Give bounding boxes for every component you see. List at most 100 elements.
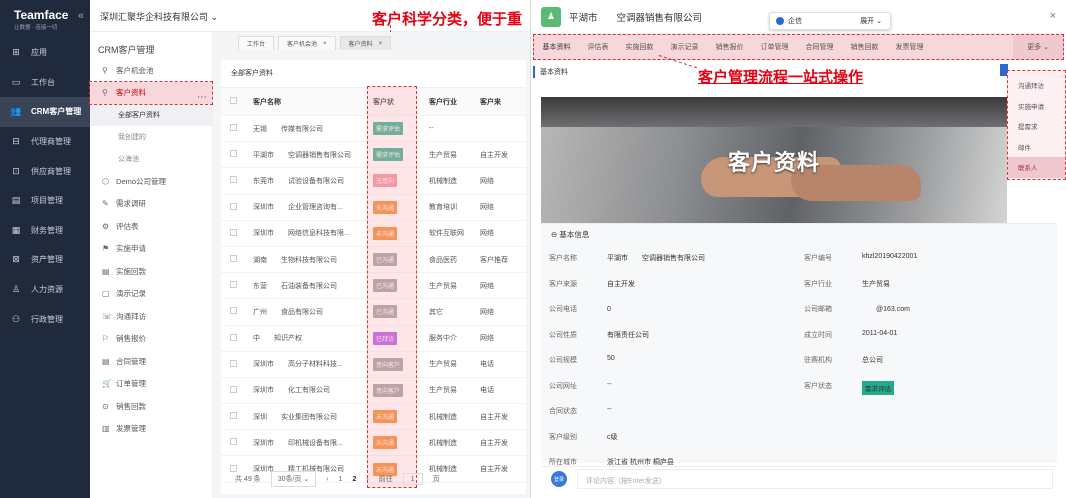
row-checkbox[interactable] [221, 202, 243, 212]
row-checkbox[interactable] [221, 307, 243, 316]
customer-name[interactable]: 广州 食品有限公司 [243, 307, 364, 317]
customer-name[interactable]: 深圳市 网络信息科技有限... [243, 228, 364, 238]
table-row[interactable]: 湖南 生物科技有限公司 已沟通 食品医药 客户推荐 [221, 247, 526, 274]
more-menu-item[interactable]: 邮件 [1008, 137, 1065, 158]
basic-info-tab[interactable]: 基本资料 [533, 66, 568, 78]
detail-tab-3[interactable]: 演示记录 [662, 42, 707, 52]
page-2[interactable]: 2 [352, 476, 356, 483]
next-page-icon[interactable]: › [366, 476, 368, 483]
column-header[interactable]: 客户行业 [420, 97, 476, 107]
more-menu-item[interactable]: 沟通拜访 [1008, 75, 1065, 96]
customer-name[interactable]: 无锡 传媒有限公司 [243, 124, 364, 134]
customer-name[interactable]: 东莞市 试验设备有限公司 [243, 176, 364, 186]
nav-item-8[interactable]: ♙ 人力资源 [0, 275, 90, 305]
subnav-item-9[interactable]: ▤ 实施回款 [90, 260, 212, 283]
page-1[interactable]: 1 [339, 476, 343, 483]
customer-name[interactable]: 中 知识产权 [243, 333, 364, 343]
tab-1[interactable]: 客户机会池 × [278, 36, 336, 50]
subnav-child-4[interactable]: 公海池 [90, 148, 212, 170]
customer-name[interactable]: 平湖市 空调器销售有限公司 [243, 150, 364, 160]
table-row[interactable]: 中 知识产权 已拜访 服务中介 网络 [221, 326, 526, 352]
tab-close-icon[interactable]: × [379, 41, 383, 47]
subnav-child-3[interactable]: 我创建的 [90, 126, 212, 148]
detail-tab-7[interactable]: 销售回款 [842, 42, 887, 52]
more-menu-item[interactable]: 提需求 [1008, 116, 1065, 137]
row-checkbox[interactable] [221, 438, 243, 447]
nav-item-5[interactable]: ▤ 项目管理 [0, 186, 90, 216]
customer-name[interactable]: 东营 石油装备有限公司 [243, 281, 364, 291]
subnav-item-6[interactable]: ✎ 需求调研 [90, 193, 212, 216]
subnav-item-7[interactable]: ⚙ 评估表 [90, 215, 212, 238]
goto-page-input[interactable]: 1 [402, 473, 423, 485]
subnav-item-1[interactable]: ⚲ 客户资料 [89, 80, 213, 105]
column-header[interactable]: 客户状 [364, 97, 420, 107]
detail-tab-0[interactable]: 基本资料 [534, 42, 579, 52]
qixin-chat-widget[interactable]: 企信 展开 ⌄ [769, 12, 891, 30]
detail-tab-6[interactable]: 合同管理 [797, 42, 842, 52]
table-row[interactable]: 深圳 实业集团有限公司 未沟通 机械制造 自主开发 [221, 404, 526, 431]
tab-close-icon[interactable]: × [323, 41, 327, 47]
subnav-item-15[interactable]: ⊙ 销售回款 [90, 395, 212, 418]
row-checkbox[interactable] [221, 412, 243, 421]
nav-item-9[interactable]: ⚇ 行政管理 [0, 304, 90, 334]
customer-name[interactable]: 深圳市 企业管理咨询有... [243, 202, 364, 212]
column-header[interactable]: 客户名称 [243, 97, 364, 107]
customer-name[interactable]: 深圳 实业集团有限公司 [243, 412, 364, 422]
subnav-item-12[interactable]: ⚐ 销售报价 [90, 328, 212, 351]
close-icon[interactable]: × [1050, 10, 1056, 22]
subnav-item-10[interactable]: ▢ 演示记录 [90, 283, 212, 306]
detail-tab-5[interactable]: 订单管理 [752, 42, 797, 52]
subnav-item-5[interactable]: ⬡ Demo公司管理 [90, 170, 212, 193]
detail-tab-4[interactable]: 销售报价 [707, 42, 752, 52]
row-checkbox[interactable] [221, 150, 243, 159]
row-checkbox[interactable] [221, 124, 243, 133]
more-menu-item[interactable]: 联系人 [1008, 157, 1065, 178]
table-row[interactable]: 东莞市 试验设备有限公司 无意向 机械制造 网络 [221, 168, 526, 195]
customer-name[interactable]: 深圳市 化工有限公司 [243, 385, 364, 395]
table-row[interactable]: 深圳市 网络信息科技有限... 未沟通 软件互联网 网络 [221, 221, 526, 247]
nav-item-1[interactable]: ▭ 工作台 [0, 68, 90, 98]
nav-item-0[interactable]: ⊞ 应用 [0, 38, 90, 68]
table-row[interactable]: 深圳市 化工有限公司 意向客户 生产贸易 电话 [221, 378, 526, 405]
row-checkbox[interactable] [221, 385, 243, 395]
subnav-item-16[interactable]: ▥ 发票管理 [90, 418, 212, 441]
company-switcher[interactable]: 深圳汇聚华企科技有限公司 ⌄ [100, 10, 218, 23]
row-checkbox[interactable] [221, 255, 243, 264]
nav-item-7[interactable]: ⊠ 资产管理 [0, 245, 90, 275]
table-row[interactable]: 平湖市 空调器销售有限公司 需求评估 生产贸易 自主开发 [221, 142, 526, 169]
subnav-item-11[interactable]: ☏ 沟通拜访 [90, 305, 212, 328]
more-menu-item[interactable]: 实施申请 [1008, 96, 1065, 117]
select-all-checkbox[interactable] [221, 97, 243, 106]
subnav-item-8[interactable]: ⚑ 实施申请 [90, 238, 212, 261]
table-row[interactable]: 东营 石油装备有限公司 已沟通 生产贸易 网络 [221, 273, 526, 300]
subnav-item-14[interactable]: 🛒 订单管理 [90, 373, 212, 396]
row-checkbox[interactable] [221, 333, 243, 343]
nav-item-3[interactable]: ⊟ 代理商管理 [0, 127, 90, 157]
collapse-icon[interactable]: « [78, 10, 84, 22]
subnav-item-13[interactable]: ▤ 合同管理 [90, 350, 212, 373]
column-header[interactable]: 客户来 [476, 97, 526, 107]
table-row[interactable]: 无锡 传媒有限公司 需求评估 -- [221, 116, 526, 143]
expand-button[interactable]: 展开 ⌄ [860, 16, 882, 26]
table-row[interactable]: 深圳市 企业管理咨询有... 未沟通 教育培训 网络 [221, 195, 526, 221]
row-checkbox[interactable] [221, 281, 243, 290]
section-title[interactable]: ⊖ 基本信息 [541, 224, 1057, 241]
page-size-select[interactable]: 30条/页 ⌄ [270, 471, 317, 487]
detail-tab-8[interactable]: 发票管理 [887, 42, 932, 52]
subnav-item-0[interactable]: ⚲ 客户机会池 [90, 59, 212, 82]
subnav-child-2[interactable]: 全部客户资料 [90, 104, 212, 126]
nav-item-4[interactable]: ⊡ 供应商管理 [0, 156, 90, 186]
nav-item-6[interactable]: ▦ 财务管理 [0, 216, 90, 246]
comment-input[interactable]: 评论内容（按Enter发送） [577, 469, 1053, 489]
nav-item-2[interactable]: 👥 CRM客户管理 [0, 97, 90, 127]
tab-2[interactable]: 客户资料 × [339, 36, 392, 50]
detail-tab-2[interactable]: 实施回款 [617, 42, 662, 52]
customer-name[interactable]: 深圳市 印机械设备有限... [243, 438, 364, 448]
table-row[interactable]: 广州 食品有限公司 已沟通 其它 网络 [221, 299, 526, 326]
row-checkbox[interactable] [221, 228, 243, 238]
detail-tab-1[interactable]: 评估表 [579, 42, 617, 52]
table-row[interactable]: 深圳市 高分子材料科技... 意向客户 生产贸易 电话 [221, 352, 526, 378]
more-dots-icon[interactable]: ⋯ [197, 92, 207, 103]
prev-page-icon[interactable]: ‹ [326, 476, 328, 483]
table-row[interactable]: 深圳市 印机械设备有限... 未沟通 机械制造 自主开发 [221, 430, 526, 457]
